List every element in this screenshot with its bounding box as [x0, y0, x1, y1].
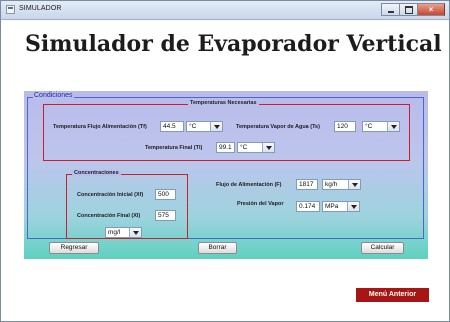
feed-flow-label: Flujo de Alimentación (F)	[216, 182, 282, 188]
final-concentration-field[interactable]: 575	[155, 210, 176, 221]
steam-pressure-field[interactable]: 0.174	[296, 201, 320, 212]
simulation-panel: Condiciones Temperaturas Necesarias Temp…	[24, 91, 428, 259]
steam-pressure-unit-value: MPa	[325, 203, 339, 210]
initial-concentration-label: Concentración Inicial (Xf)	[77, 192, 144, 198]
concentration-unit-value: mg/l	[108, 229, 121, 236]
temperatures-group: Temperaturas Necesarias Temperatura Fluj…	[43, 100, 410, 161]
close-icon: ×	[428, 5, 434, 14]
concentration-unit-select[interactable]: mg/l	[105, 227, 142, 238]
feed-flow-field[interactable]: 1817	[296, 179, 318, 190]
final-temp-unit-select[interactable]: °C	[237, 142, 275, 153]
steam-temp-unit-select[interactable]: °C	[362, 121, 400, 132]
feed-temp-unit-value: °C	[189, 123, 197, 130]
chevron-down-icon[interactable]	[262, 143, 274, 152]
calculate-button[interactable]: Calcular	[361, 242, 404, 254]
feed-temp-field[interactable]: 44.5	[160, 121, 184, 132]
chevron-down-icon[interactable]	[387, 122, 399, 131]
chevron-down-icon[interactable]	[210, 122, 222, 131]
steam-temp-field[interactable]: 120	[334, 121, 356, 132]
close-button[interactable]: ×	[417, 3, 445, 16]
final-temp-unit-value: °C	[240, 144, 248, 151]
feed-flow-unit-value: kg/h	[325, 181, 338, 188]
initial-concentration-field[interactable]: 500	[155, 189, 176, 200]
concentrations-group: Concentraciones Concentración Inicial (X…	[66, 170, 188, 239]
concentrations-legend: Concentraciones	[72, 170, 121, 176]
final-temp-label: Temperatura Final (Tl)	[145, 145, 203, 151]
feed-flow-unit-select[interactable]: kg/h	[322, 179, 361, 190]
final-temp-field[interactable]: 99.1	[216, 142, 235, 153]
app-icon	[6, 5, 15, 14]
maximize-button[interactable]	[399, 3, 417, 16]
title-bar[interactable]: SIMULADOR ×	[1, 1, 449, 20]
simulator-window: SIMULADOR × Simulador de Evaporador Vert…	[0, 0, 450, 322]
minimize-button[interactable]	[381, 3, 399, 16]
steam-pressure-label: Presión del Vapor	[237, 201, 284, 207]
steam-temp-label: Temperatura Vapor de Agua (Ts)	[236, 124, 320, 130]
window-title: SIMULADOR	[19, 5, 62, 12]
final-concentration-label: Concentración Final (Xl)	[77, 213, 141, 219]
clear-button[interactable]: Borrar	[198, 242, 237, 254]
temperatures-legend: Temperaturas Necesarias	[188, 100, 259, 106]
chevron-down-icon[interactable]	[347, 202, 359, 211]
page-title: Simulador de Evaporador Vertical	[25, 31, 442, 57]
steam-temp-unit-value: °C	[365, 123, 373, 130]
chevron-down-icon[interactable]	[129, 228, 141, 237]
feed-temp-label: Temperatura Flujo Alimentación (Tf)	[53, 124, 147, 130]
feed-temp-unit-select[interactable]: °C	[186, 121, 223, 132]
window-controls: ×	[381, 3, 445, 16]
previous-menu-button[interactable]: Menú Anterior	[356, 288, 429, 302]
conditions-group: Condiciones Temperaturas Necesarias Temp…	[27, 92, 424, 239]
conditions-legend: Condiciones	[33, 92, 74, 99]
steam-pressure-unit-select[interactable]: MPa	[322, 201, 360, 212]
chevron-down-icon[interactable]	[348, 180, 360, 189]
back-button[interactable]: Regresar	[49, 242, 99, 254]
